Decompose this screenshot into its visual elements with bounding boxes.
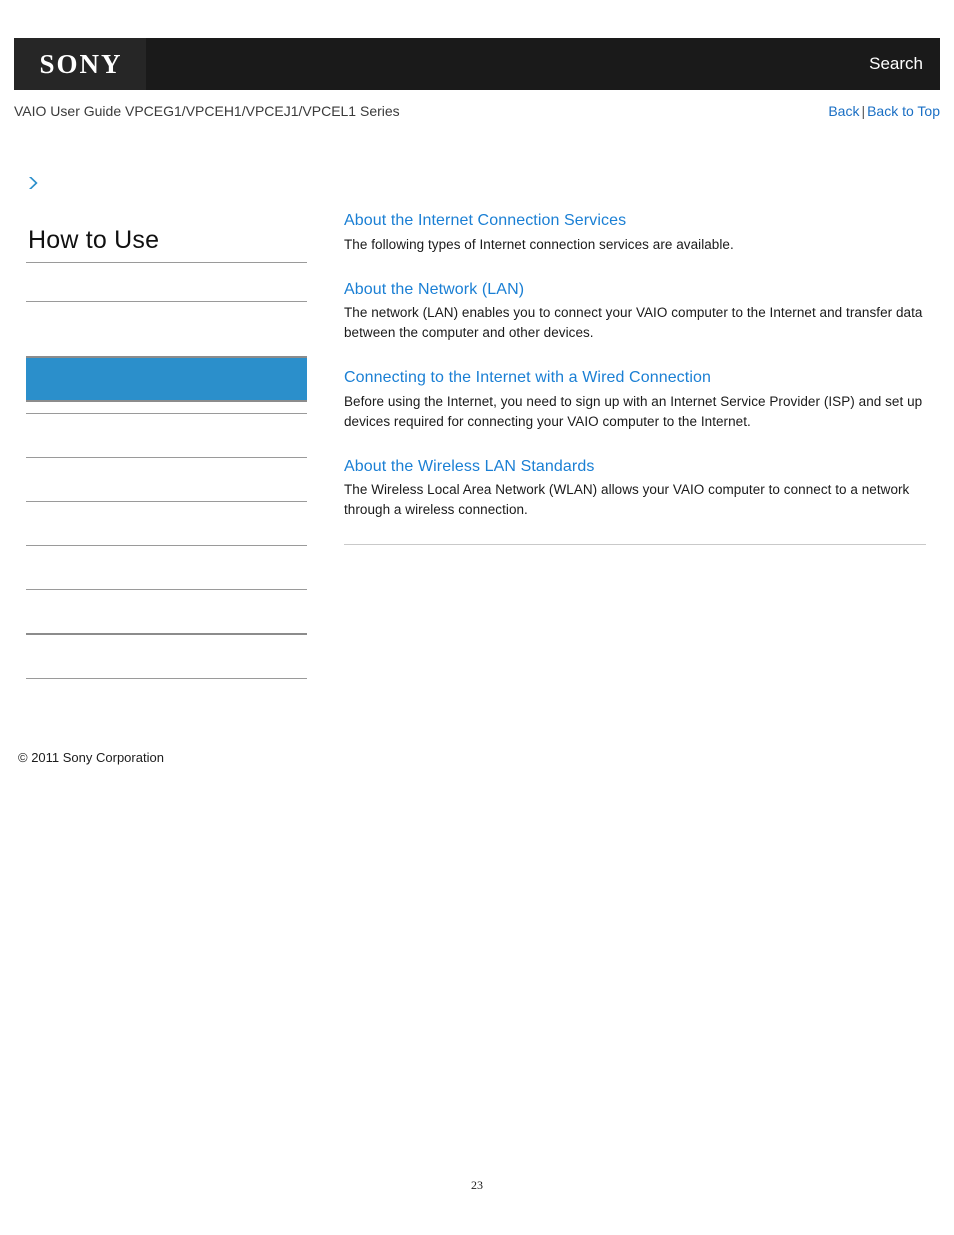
site-header: SONY Search [14, 38, 940, 90]
sidebar-item-6[interactable] [26, 546, 307, 589]
content-link-3[interactable]: About the Wireless LAN Standards [344, 456, 926, 478]
copyright-notice: © 2011 Sony Corporation [18, 750, 164, 765]
sidebar-item-0[interactable] [26, 263, 307, 301]
breadcrumb[interactable] [26, 172, 326, 194]
content-description-3: The Wireless Local Area Network (WLAN) a… [344, 482, 910, 518]
sidebar-item-8[interactable] [26, 635, 307, 678]
sidebar-heading: How to Use [28, 226, 160, 254]
sidebar-item-7[interactable] [26, 590, 307, 633]
sidebar-item-5[interactable] [26, 502, 307, 545]
back-to-top-link[interactable]: Back to Top [867, 103, 940, 119]
main-content: About the Internet Connection Services T… [344, 210, 926, 546]
header-nav-links: Back | Back to Top [828, 103, 940, 119]
sony-logo[interactable]: SONY [14, 38, 146, 90]
content-section-3: About the Wireless LAN Standards The Wir… [344, 456, 926, 521]
content-description-0: The following types of Internet connecti… [344, 236, 734, 252]
content-link-2[interactable]: Connecting to the Internet with a Wired … [344, 367, 926, 389]
sidebar-divider-last [26, 677, 307, 679]
nav-separator: | [861, 103, 866, 119]
guide-title: VAIO User Guide VPCEG1/VPCEH1/VPCEJ1/VPC… [14, 103, 400, 119]
sidebar-item-2-selected[interactable] [26, 357, 307, 400]
page-number: 23 [471, 1178, 483, 1192]
sidebar-item-1[interactable] [26, 302, 307, 345]
back-link[interactable]: Back [828, 103, 859, 119]
sidebar: How to Use [26, 225, 307, 679]
content-link-1[interactable]: About the Network (LAN) [344, 279, 926, 301]
content-section-1: About the Network (LAN) The network (LAN… [344, 279, 926, 344]
content-bottom-divider [344, 544, 926, 546]
chevron-right-icon [26, 175, 42, 191]
content-section-0: About the Internet Connection Services T… [344, 210, 926, 255]
sony-logo-text: SONY [39, 48, 123, 79]
content-description-1: The network (LAN) enables you to connect… [344, 305, 923, 341]
guide-title-row: VAIO User Guide VPCEG1/VPCEH1/VPCEJ1/VPC… [14, 100, 940, 122]
sidebar-item-3[interactable] [26, 414, 307, 457]
content-section-2: Connecting to the Internet with a Wired … [344, 367, 926, 432]
content-description-2: Before using the Internet, you need to s… [344, 393, 923, 429]
page-root: SONY Search VAIO User Guide VPCEG1/VPCEH… [0, 0, 954, 1235]
search-link[interactable]: Search [869, 54, 940, 74]
content-link-0[interactable]: About the Internet Connection Services [344, 210, 926, 232]
sidebar-item-4[interactable] [26, 458, 307, 501]
